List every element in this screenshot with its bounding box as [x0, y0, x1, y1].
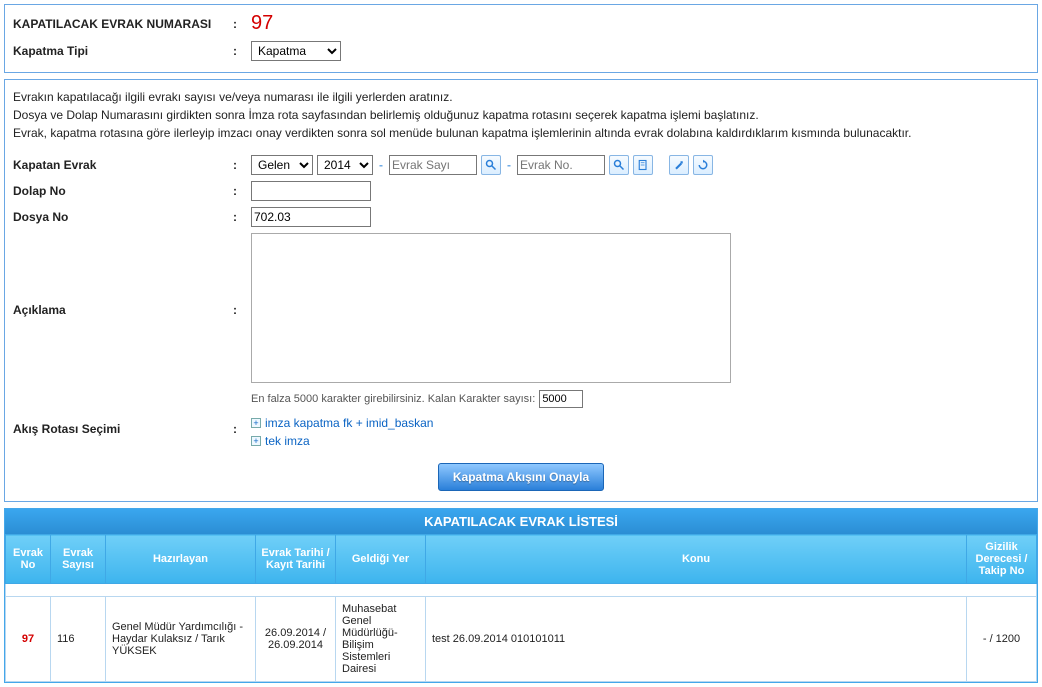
kapat-evrak-value: 97	[251, 12, 273, 35]
gelen-select[interactable]: Gelen	[251, 155, 313, 175]
evrak-no-input[interactable]	[517, 155, 605, 175]
cell-hazirlayan: Genel Müdür Yardımcılığı - Haydar Kulaks…	[106, 597, 256, 682]
document-icon	[637, 159, 649, 171]
search-icon	[613, 159, 625, 171]
search-sayi-button[interactable]	[481, 155, 501, 175]
rota-item-1[interactable]: + imza kapatma fk + imid_baskan	[251, 414, 1029, 432]
col-yer: Geldiği Yer	[336, 535, 426, 584]
rota-item-2[interactable]: + tek imza	[251, 432, 1029, 450]
evrak-sayi-input[interactable]	[389, 155, 477, 175]
clear-button[interactable]	[669, 155, 689, 175]
cell-sayi: 116	[51, 597, 106, 682]
onayla-button[interactable]: Kapatma Akışını Onayla	[438, 463, 604, 491]
plus-icon: +	[251, 436, 261, 446]
col-evrak-sayi: Evrak Sayısı	[51, 535, 106, 584]
cell-yer: Muhasebat Genel Müdürlüğü-Bilişim Sistem…	[336, 597, 426, 682]
dosya-no-label: Dosya No	[13, 210, 233, 224]
col-hazirlayan: Hazırlayan	[106, 535, 256, 584]
char-counter: En falza 5000 karakter girebilirsiniz. K…	[251, 390, 1029, 408]
evrak-list-panel: KAPATILACAK EVRAK LİSTESİ Evrak No Evrak…	[4, 508, 1038, 683]
form-panel: Evrakın kapatılacağı ilgili evrakı sayıs…	[4, 79, 1038, 502]
dosya-no-input[interactable]	[251, 207, 371, 227]
dash-1: -	[377, 158, 385, 172]
dolap-no-input[interactable]	[251, 181, 371, 201]
refresh-icon	[697, 159, 709, 171]
cell-tarih: 26.09.2014 / 26.09.2014	[256, 597, 336, 682]
dash-2: -	[505, 158, 513, 172]
cell-konu: test 26.09.2014 010101011	[426, 597, 967, 682]
col-konu: Konu	[426, 535, 967, 584]
cell-no: 97	[6, 597, 51, 682]
kapatan-evrak-label: Kapatan Evrak	[13, 158, 233, 172]
kapatma-tipi-label: Kapatma Tipi	[13, 44, 233, 58]
evrak-table: Evrak No Evrak Sayısı Hazırlayan Evrak T…	[5, 534, 1037, 682]
cell-gizlilik: - / 1200	[967, 597, 1037, 682]
refresh-button[interactable]	[693, 155, 713, 175]
search-icon	[485, 159, 497, 171]
plus-icon: +	[251, 418, 261, 428]
brush-icon	[673, 159, 685, 171]
rota-label: Akış Rotası Seçimi	[13, 414, 233, 436]
aciklama-textarea[interactable]	[251, 233, 731, 383]
instructions: Evrakın kapatılacağı ilgili evrakı sayıs…	[13, 84, 1029, 152]
aciklama-label: Açıklama	[13, 233, 233, 317]
header-panel: KAPATILACAK EVRAK NUMARASI : 97 Kapatma …	[4, 4, 1038, 73]
yil-select[interactable]: 2014	[317, 155, 373, 175]
dolap-no-label: Dolap No	[13, 184, 233, 198]
col-evrak-no: Evrak No	[6, 535, 51, 584]
table-title: KAPATILACAK EVRAK LİSTESİ	[5, 509, 1037, 534]
kapatma-tipi-select[interactable]: Kapatma	[251, 41, 341, 61]
table-row[interactable]: 97 116 Genel Müdür Yardımcılığı - Haydar…	[6, 597, 1037, 682]
kapat-evrak-label: KAPATILACAK EVRAK NUMARASI	[13, 17, 233, 31]
search-no-button[interactable]	[609, 155, 629, 175]
col-tarih: Evrak Tarihi / Kayıt Tarihi	[256, 535, 336, 584]
document-button[interactable]	[633, 155, 653, 175]
col-gizlilik: Gizilik Derecesi / Takip No	[967, 535, 1037, 584]
char-count-value	[539, 390, 583, 408]
